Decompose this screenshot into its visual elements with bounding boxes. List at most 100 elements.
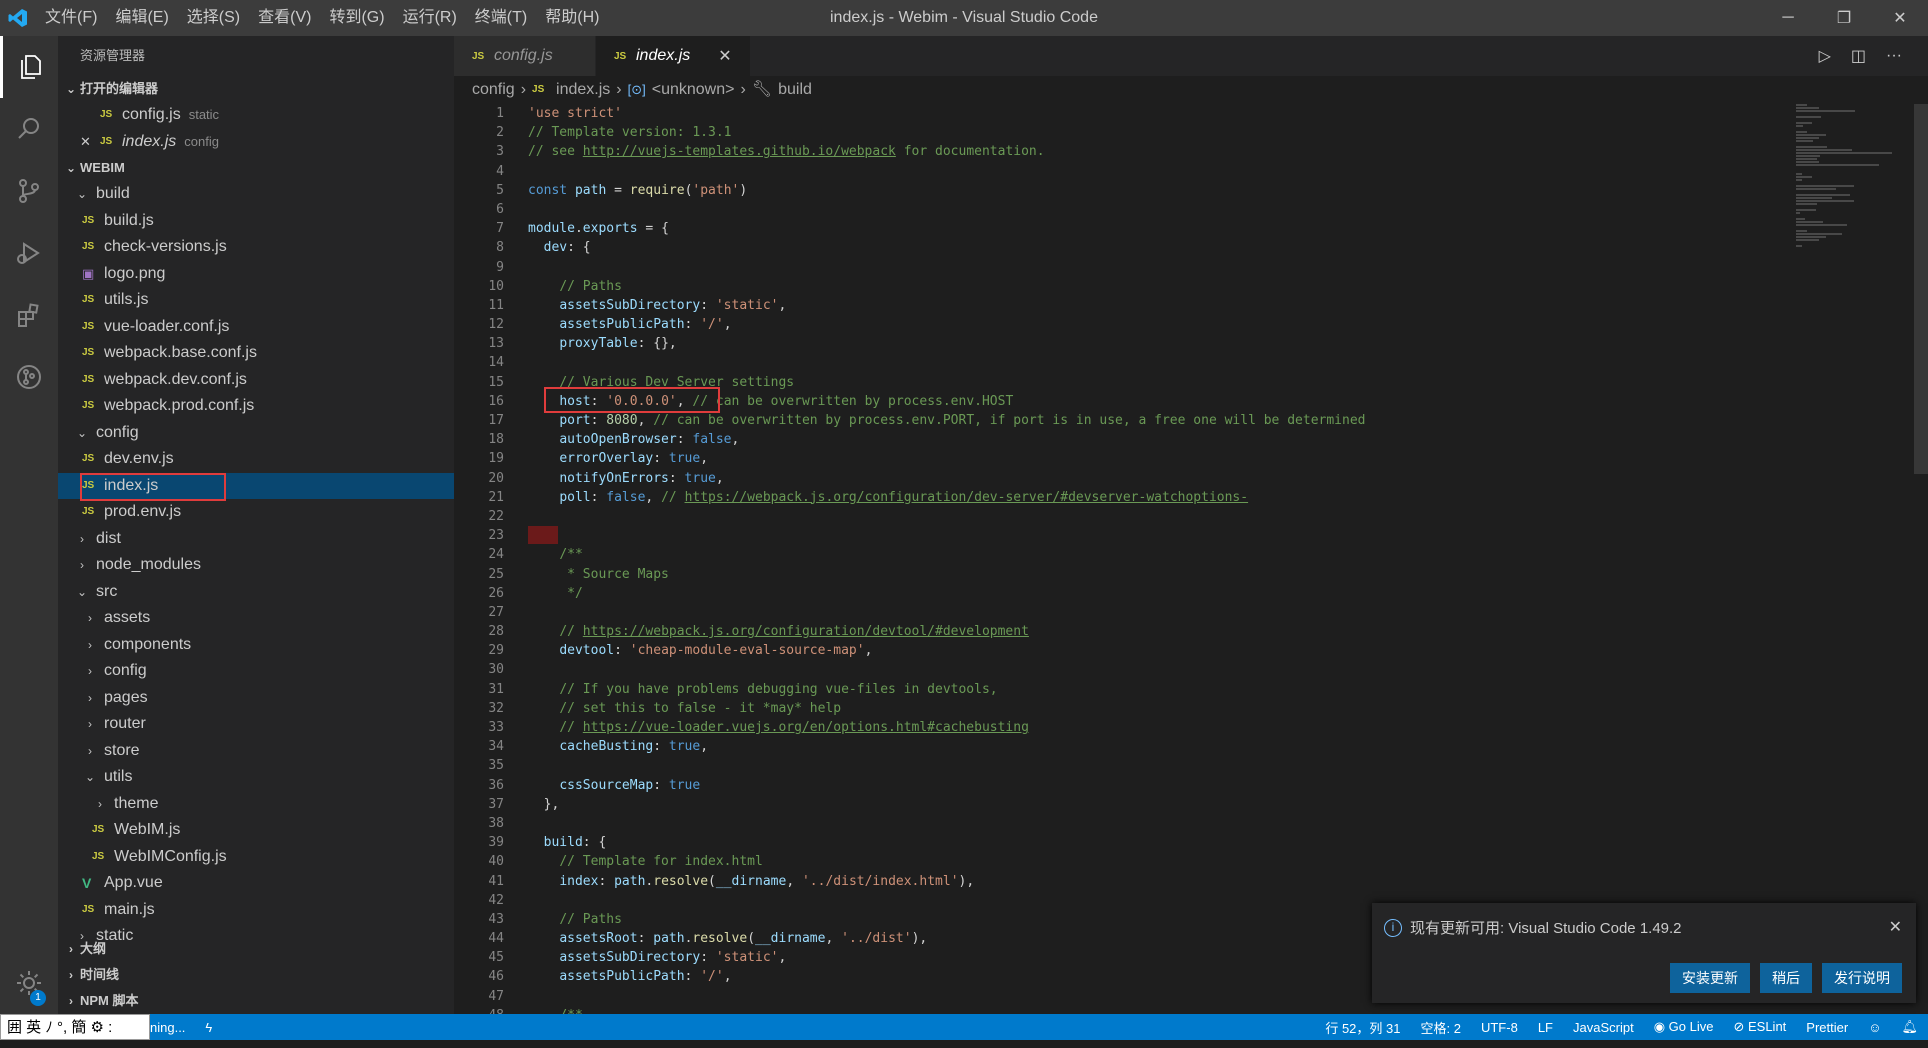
source-control-icon[interactable] [0,160,58,222]
tree-file[interactable]: JS vue-loader.conf.js [58,314,454,341]
notifications-bell-icon[interactable]: 🔔︎ [1891,1019,1928,1035]
tree-file[interactable]: JS webpack.prod.conf.js [58,393,454,420]
code-text: // Template for index.html [559,854,763,870]
explorer-icon[interactable] [0,36,58,98]
open-editor-item[interactable]: JS config.js static [58,102,454,129]
code-text: assetsRoot: path.resolve(__dirname, '../… [559,931,928,947]
menu-item[interactable]: 帮助(H) [536,0,608,36]
tree-item-label: assets [104,609,151,626]
chevron-right-icon: › [740,81,746,98]
run-icon[interactable]: ▷ [1819,46,1831,66]
window-controls: ─ ❐ ✕ [1760,0,1928,36]
timeline-header[interactable]: › 时间线 [58,962,454,988]
tab-index-js[interactable]: JS index.js ✕ [596,36,751,76]
code-text: 'use strict' [528,106,622,121]
menu-item[interactable]: 编辑(E) [106,0,177,36]
tree-file[interactable]: JS dev.env.js [58,446,454,473]
tree-file[interactable]: ▣ logo.png [58,261,454,288]
settings-gear-icon[interactable]: 1 [0,952,58,1014]
tree-folder[interactable]: ⌄ build [58,181,454,208]
npm-scripts-header[interactable]: › NPM 脚本 [58,988,454,1014]
minimize-button[interactable]: ─ [1760,0,1816,36]
minimap[interactable] [1796,104,1906,254]
tree-file[interactable]: JS utils.js [58,287,454,314]
tree-folder[interactable]: › dist [58,526,454,553]
search-icon[interactable] [0,98,58,160]
close-icon[interactable]: ✕ [80,129,100,156]
js-file-icon: JS [82,373,95,385]
eslint-status[interactable]: ⊘ ESLint [1723,1019,1796,1035]
code-text: * Source Maps [528,566,669,582]
tree-folder[interactable]: › assets [58,605,454,632]
menu-item[interactable]: 运行(R) [394,0,466,36]
tab-config-js[interactable]: JS config.js [454,36,596,76]
tree-folder[interactable]: › pages [58,685,454,712]
menu-item[interactable]: 转到(G) [320,0,393,36]
minimap-line [1796,137,1820,139]
tree-folder[interactable]: › theme [58,791,454,818]
tree-file[interactable]: JS main.js [58,897,454,924]
tree-file[interactable]: V App.vue [58,870,454,897]
cursor-position[interactable]: 行 52，列 31 [1315,1018,1410,1037]
prettier-status[interactable]: Prettier [1796,1020,1858,1035]
project-header[interactable]: ⌄ WEBIM [58,155,454,181]
tree-file[interactable]: JS webpack.base.conf.js [58,340,454,367]
close-tab-icon[interactable]: ✕ [718,46,731,66]
menu-item[interactable]: 文件(F) [36,0,106,36]
outline-header[interactable]: › 大纲 [58,936,454,962]
line-ending[interactable]: LF [1528,1020,1563,1035]
run-debug-icon[interactable] [0,222,58,284]
open-editor-item[interactable]: ✕ JS index.js config [58,129,454,156]
menu-item[interactable]: 查看(V) [249,0,320,36]
tree-folder[interactable]: › config [58,658,454,685]
breadcrumb-item[interactable]: <unknown> [652,76,735,104]
minimap-line [1796,149,1852,151]
language-mode[interactable]: JavaScript [1563,1020,1644,1035]
info-icon: i [1384,918,1402,937]
tree-file[interactable]: JS WebIM.js [58,817,454,844]
tree-folder[interactable]: › node_modules [58,552,454,579]
extensions-icon[interactable] [0,284,58,346]
line-number: 4 [496,163,504,179]
tree-file[interactable]: JS WebIMConfig.js [58,844,454,871]
code-line: 3 // see http://vuejs-templates.github.io… [454,142,1774,161]
ime-toolbar[interactable]: 囲 英 ﾉ °, 簡 ⚙ : [0,1014,150,1040]
more-actions-icon[interactable]: ··· [1886,47,1902,65]
breadcrumb-item[interactable]: index.js [556,76,610,104]
restore-button[interactable]: ❐ [1816,0,1872,36]
chevron-down-icon: ⌄ [65,161,77,175]
breadcrumb-item[interactable]: config [472,76,515,104]
split-editor-icon[interactable]: ◫ [1851,46,1866,66]
tree-file[interactable]: JS build.js [58,208,454,235]
tree-file[interactable]: JS check-versions.js [58,234,454,261]
code-editor[interactable]: 1 'use strict' 2 // Template version: 1.3.1… [454,104,1774,1023]
encoding[interactable]: UTF-8 [1471,1020,1528,1035]
tree-file[interactable]: JS prod.env.js [58,499,454,526]
later-button[interactable]: 稍后 [1760,963,1812,993]
go-live-button[interactable]: ◉ Go Live [1644,1019,1724,1035]
tree-folder[interactable]: ⌄ src [58,579,454,606]
tree-file[interactable]: JS webpack.dev.conf.js [58,367,454,394]
menu-item[interactable]: 终端(T) [466,0,536,36]
release-notes-button[interactable]: 发行说明 [1822,963,1902,993]
lightning-icon[interactable]: ϟ [195,1020,222,1035]
feedback-icon[interactable]: ☺ [1858,1020,1891,1035]
tree-folder[interactable]: ⌄ utils [58,764,454,791]
close-window-button[interactable]: ✕ [1872,0,1928,36]
vertical-scrollbar[interactable] [1914,104,1928,474]
tree-folder[interactable]: › components [58,632,454,659]
indentation[interactable]: 空格: 2 [1411,1018,1471,1037]
menu-item[interactable]: 选择(S) [178,0,249,36]
tree-folder[interactable]: › router [58,711,454,738]
close-icon[interactable]: ✕ [1889,917,1902,937]
install-update-button[interactable]: 安装更新 [1670,963,1750,993]
git-history-icon[interactable] [0,346,58,408]
tree-item-label: build [96,185,130,202]
tree-folder[interactable]: › store [58,738,454,765]
open-editors-header[interactable]: ⌄ 打开的编辑器 [58,76,454,102]
line-number: 38 [488,815,504,831]
breadcrumb-item[interactable]: build [778,76,812,104]
tree-folder[interactable]: ⌄ config [58,420,454,447]
chevron-right-icon: › [88,717,92,731]
